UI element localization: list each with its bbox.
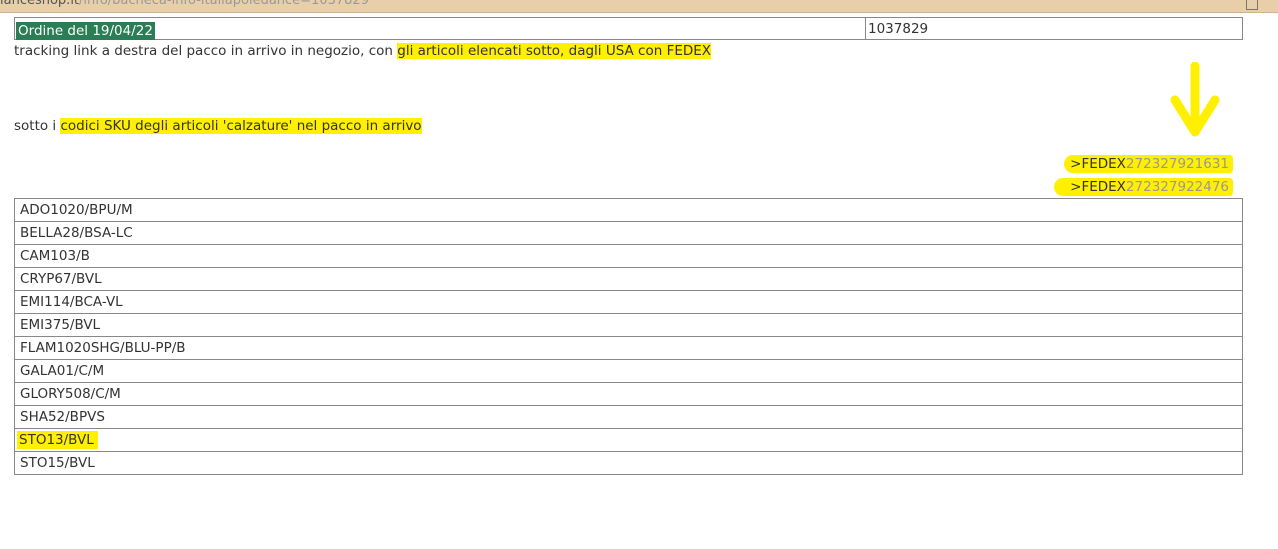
table-row: FLAM1020SHG/BLU-PP/B — [14, 336, 1243, 360]
sku-cell: STO15/BVL — [14, 451, 1243, 475]
table-row: ADO1020/BPU/M — [14, 198, 1243, 222]
fedex-tracking-number[interactable]: 272327921631 — [1126, 156, 1229, 172]
sku-intro-highlight: codici SKU degli articoli 'calzature' ne… — [60, 118, 422, 134]
order-number: 1037829 — [868, 21, 929, 37]
sku-cell: SHA52/BPVS — [14, 405, 1243, 429]
sku-cell: EMI114/BCA-VL — [14, 290, 1243, 314]
url-path: /info/bacheca-info-italiapoledance=10378… — [79, 0, 369, 8]
sku-intro: sotto i codici SKU degli articoli 'calza… — [14, 117, 422, 135]
table-row: STO13/BVL — [14, 428, 1243, 452]
table-row: CAM103/B — [14, 244, 1243, 268]
browser-url[interactable]: ianceshop.it/info/bacheca-info-italiapol… — [0, 0, 369, 8]
sku-cell: EMI375/BVL — [14, 313, 1243, 337]
order-header-table: Ordine del 19/04/22 1037829 — [14, 17, 1243, 40]
sku-cell: ADO1020/BPU/M — [14, 198, 1243, 222]
fedex-tracking-link-2[interactable]: >FEDEX272327922476 — [1054, 178, 1233, 196]
browser-address-bar[interactable]: ianceshop.it/info/bacheca-info-italiapol… — [0, 0, 1278, 13]
arrow-down-icon — [1170, 62, 1220, 137]
table-row: SHA52/BPVS — [14, 405, 1243, 429]
table-row: CRYP67/BVL — [14, 267, 1243, 291]
order-title: Ordine del 19/04/22 — [16, 22, 155, 40]
sku-table: ADO1020/BPU/M BELLA28/BSA-LC CAM103/B CR… — [14, 198, 1243, 475]
tracking-description-highlight: gli articoli elencati sotto, dagli USA c… — [397, 43, 712, 59]
table-row: GLORY508/C/M — [14, 382, 1243, 406]
sku-cell-highlighted: STO13/BVL — [14, 428, 1243, 452]
fedex-label: >FEDEX — [1070, 179, 1126, 195]
sku-intro-text: sotto i — [14, 118, 61, 134]
sku-cell: CRYP67/BVL — [14, 267, 1243, 291]
sku-cell: CAM103/B — [14, 244, 1243, 268]
fedex-tracking-link-1[interactable]: >FEDEX272327921631 — [1064, 155, 1233, 173]
sku-cell: BELLA28/BSA-LC — [14, 221, 1243, 245]
sku-cell: GALA01/C/M — [14, 359, 1243, 383]
table-row: STO15/BVL — [14, 451, 1243, 475]
url-domain: ianceshop.it — [0, 0, 80, 8]
fedex-tracking-number[interactable]: 272327922476 — [1126, 179, 1229, 195]
sku-cell: GLORY508/C/M — [14, 382, 1243, 406]
window-maximize-button[interactable] — [1246, 0, 1258, 10]
table-row: GALA01/C/M — [14, 359, 1243, 383]
table-row: EMI375/BVL — [14, 313, 1243, 337]
table-row: BELLA28/BSA-LC — [14, 221, 1243, 245]
sku-cell: FLAM1020SHG/BLU-PP/B — [14, 336, 1243, 360]
fedex-label: >FEDEX — [1070, 156, 1126, 172]
tracking-description-text: tracking link a destra del pacco in arri… — [14, 43, 398, 59]
sku-highlight: STO13/BVL — [17, 431, 98, 449]
table-row: EMI114/BCA-VL — [14, 290, 1243, 314]
order-title-cell: Ordine del 19/04/22 — [15, 18, 866, 40]
tracking-description: tracking link a destra del pacco in arri… — [14, 42, 712, 60]
